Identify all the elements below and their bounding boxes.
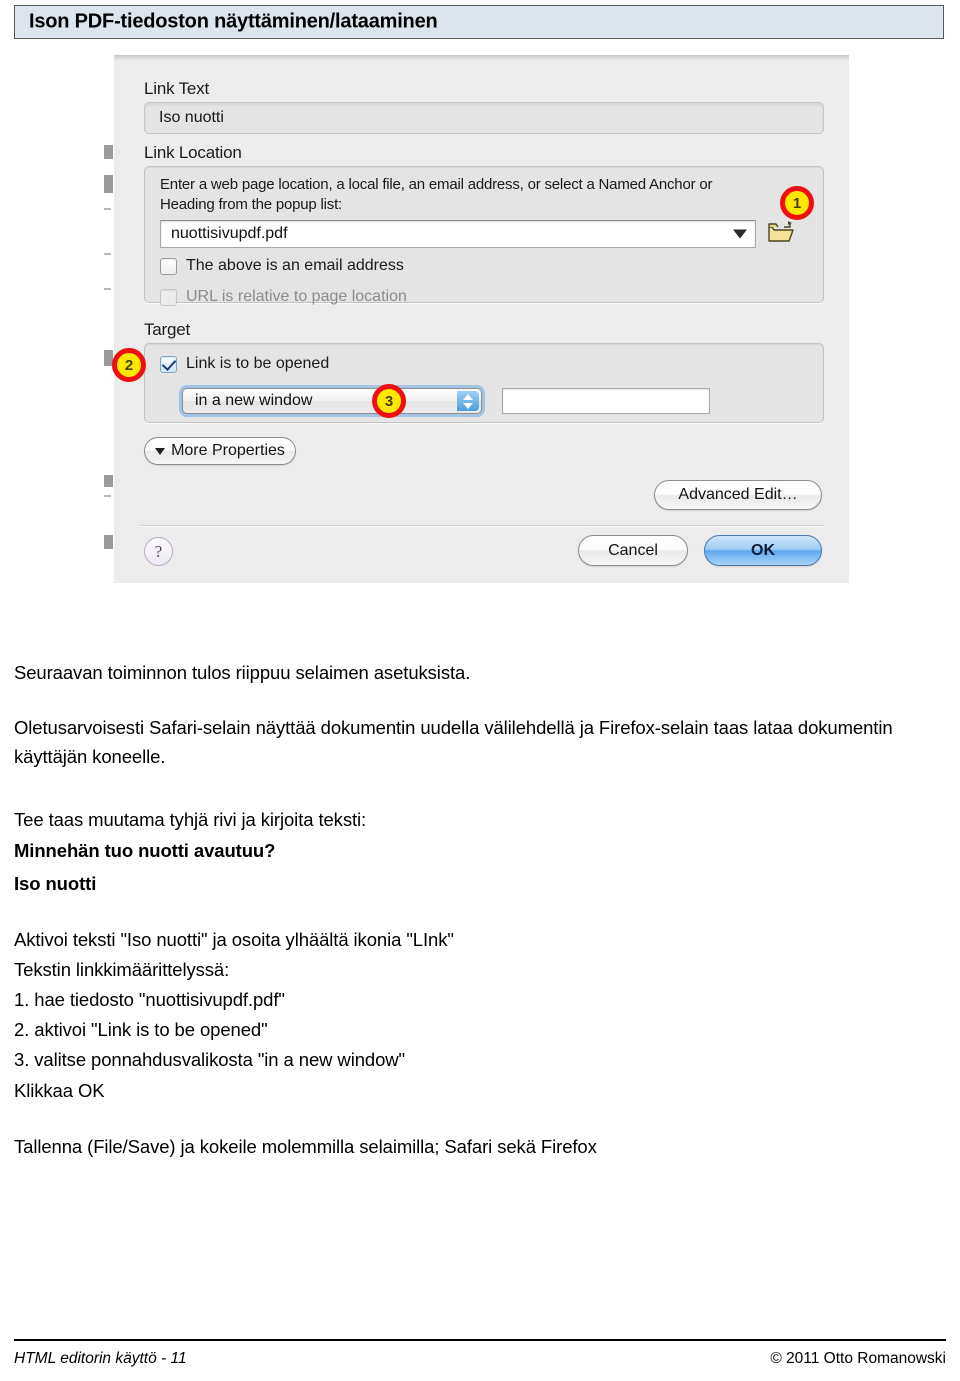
more-properties-label: More Properties [171, 442, 285, 459]
link-text-field[interactable]: Iso nuotti [144, 102, 824, 134]
paragraph-step-1: 1. hae tiedosto "nuottisivupdf.pdf" [14, 989, 285, 1010]
email-address-checkbox-row[interactable]: The above is an email address [160, 257, 404, 275]
url-relative-checkbox[interactable] [160, 288, 177, 306]
paragraph-safari-firefox: Oletusarvoisesti Safari-selain näyttää d… [14, 717, 893, 767]
footer-left-text: HTML editorin käyttö - 11 [14, 1350, 187, 1367]
url-relative-checkbox-label: URL is relative to page location [186, 288, 407, 305]
email-address-checkbox[interactable] [160, 257, 177, 275]
cancel-button[interactable]: Cancel [578, 535, 688, 566]
link-open-checkbox-label: Link is to be opened [186, 355, 330, 372]
paragraph-iso-nuotti: Iso nuotti [14, 873, 97, 894]
target-name-input[interactable] [502, 388, 710, 414]
ok-label: OK [751, 541, 775, 559]
link-location-help-text: Enter a web page location, a local file,… [160, 176, 713, 213]
background-fragment [104, 208, 111, 210]
url-relative-checkbox-row[interactable]: URL is relative to page location [160, 288, 407, 306]
link-location-label: Link Location [144, 143, 242, 162]
callout-badge-3: 3 [372, 384, 406, 418]
background-fragment [104, 253, 111, 255]
advanced-edit-button[interactable]: Advanced Edit… [654, 480, 822, 510]
paragraph-step-2: 2. aktivoi "Link is to be opened" [14, 1019, 268, 1040]
paragraph-write-text: Tee taas muutama tyhjä rivi ja kirjoita … [14, 809, 367, 830]
link-properties-dialog: Link Text Iso nuotti Link Location Enter… [114, 55, 849, 583]
page-title: Ison PDF-tiedoston näyttäminen/lataamine… [29, 10, 438, 33]
callout-badge-1: 1 [780, 186, 814, 220]
paragraph-browser-dependency: Seuraavan toiminnon tulos riippuu selaim… [14, 662, 471, 683]
background-fragment [104, 175, 113, 193]
chevron-down-icon [463, 402, 473, 409]
paragraph-step-3: 3. valitse ponnahdusvalikosta "in a new … [14, 1049, 405, 1070]
footer-divider [14, 1339, 946, 1341]
link-location-value: nuottisivupdf.pdf [171, 225, 288, 242]
link-open-checkbox-row[interactable]: Link is to be opened [160, 355, 329, 373]
link-location-combobox[interactable]: nuottisivupdf.pdf [160, 220, 756, 248]
link-open-checkbox[interactable] [160, 355, 177, 373]
link-text-value: Iso nuotti [159, 109, 224, 126]
advanced-edit-label: Advanced Edit… [678, 486, 798, 503]
help-button[interactable]: ? [144, 537, 173, 566]
paragraph-save-and-test: Tallenna (File/Save) ja kokeile molemmil… [14, 1136, 597, 1157]
link-properties-dialog-screenshot: Link Text Iso nuotti Link Location Enter… [104, 50, 849, 585]
cancel-label: Cancel [608, 541, 658, 559]
ok-button[interactable]: OK [704, 535, 822, 566]
target-popup-value: in a new window [195, 392, 313, 409]
footer-right-text: © 2011 Otto Romanowski [770, 1350, 946, 1367]
paragraph-click-ok: Klikkaa OK [14, 1080, 105, 1101]
question-mark-icon: ? [154, 541, 163, 561]
chevron-up-icon [463, 393, 473, 400]
open-folder-icon[interactable] [768, 221, 794, 243]
background-fragment [104, 475, 113, 487]
background-fragment [104, 495, 111, 497]
paragraph-question-heading: Minnehän tuo nuotti avautuu? [14, 840, 276, 861]
more-properties-button[interactable]: More Properties [144, 437, 296, 465]
callout-badge-2: 2 [112, 348, 146, 382]
triangle-down-icon [155, 447, 166, 455]
dialog-divider [140, 525, 824, 526]
background-fragment [104, 145, 113, 159]
target-popup-button[interactable]: in a new window [182, 388, 482, 414]
chevron-down-icon [733, 229, 747, 239]
paragraph-link-definition: Tekstin linkkimäärittelyssä: [14, 959, 230, 980]
target-label: Target [144, 320, 191, 339]
background-fragment [104, 288, 111, 290]
paragraph-activate-link: Aktivoi teksti "Iso nuotti" ja osoita yl… [14, 929, 454, 950]
page-header-band: Ison PDF-tiedoston näyttäminen/lataamine… [14, 5, 944, 39]
dialog-title-bar [114, 55, 849, 60]
background-fragment [104, 535, 113, 549]
link-text-label: Link Text [144, 79, 209, 98]
stepper-arrows-icon[interactable] [457, 391, 479, 411]
email-address-checkbox-label: The above is an email address [186, 257, 404, 274]
